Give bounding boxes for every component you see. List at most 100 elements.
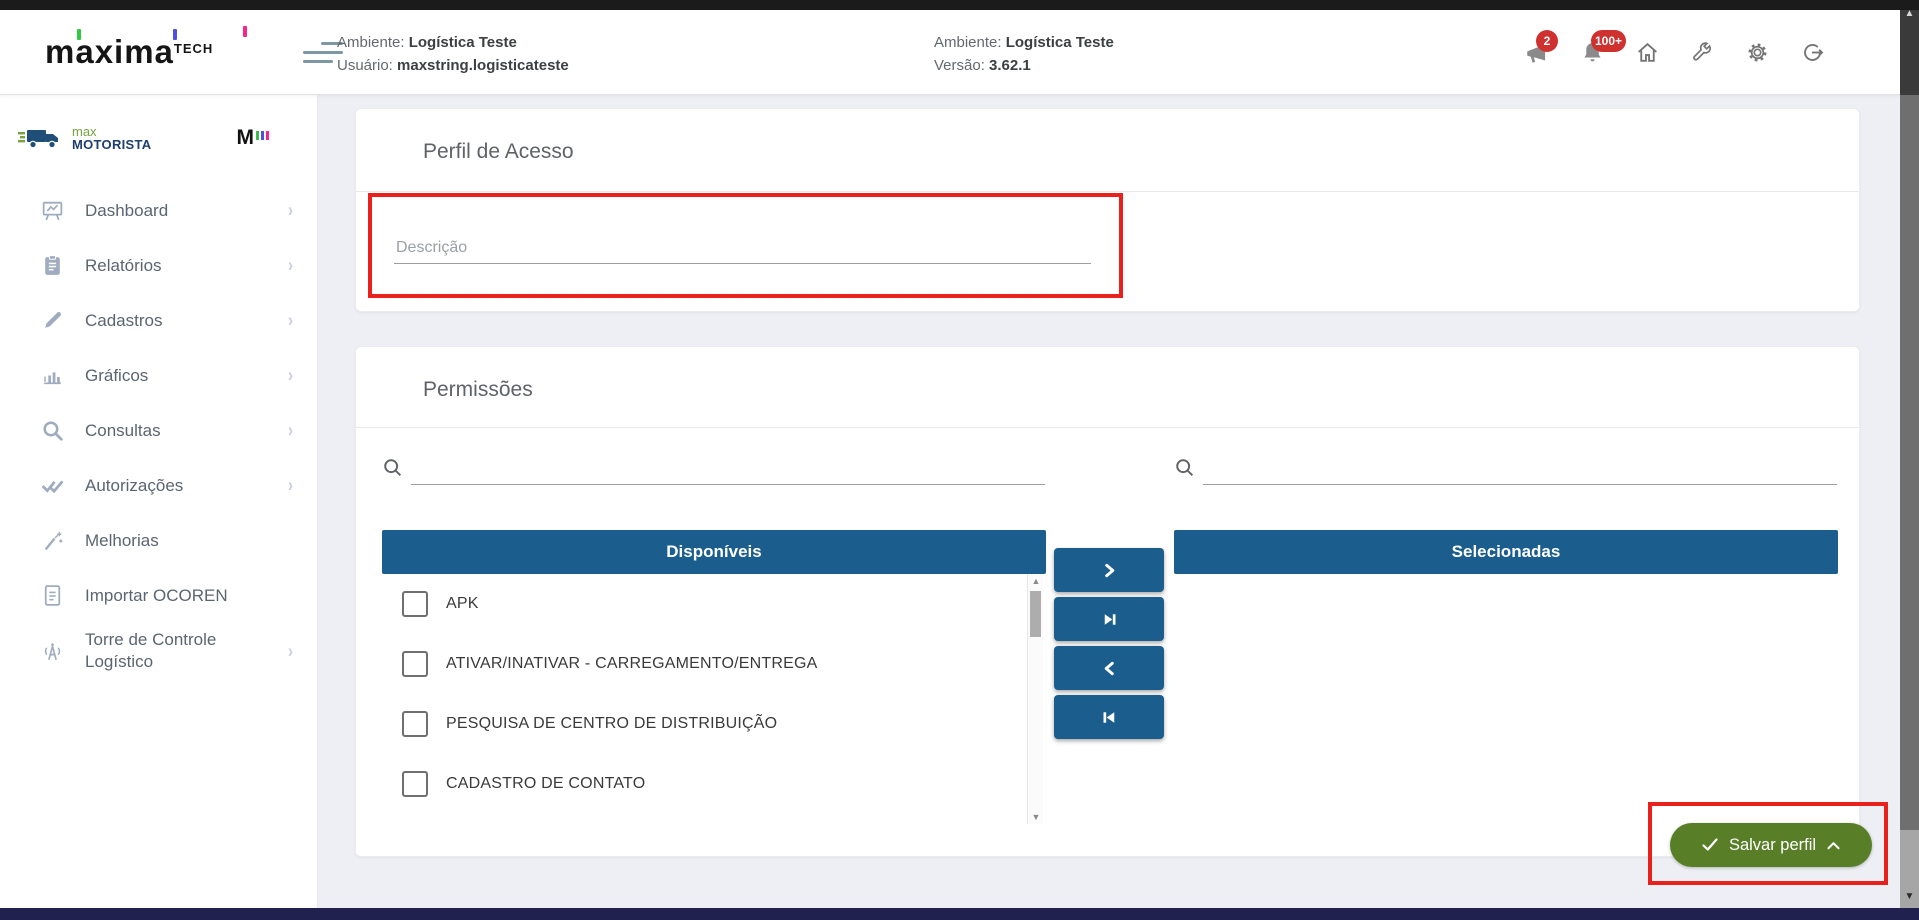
scroll-down-icon[interactable]: ▼ [1900,891,1919,902]
sidebar-item[interactable]: Consultas › [0,403,317,458]
available-permissions-list: APK ATIVAR/INATIVAR - CARREGAMENTO/ENTRE… [382,574,1046,824]
wrench-icon[interactable] [1689,40,1715,66]
permission-label: PESQUISA DE CENTRO DE DISTRIBUIÇÃO [446,715,777,733]
move-right-icon [1100,561,1119,580]
charts-icon [40,363,65,388]
list-scrollbar[interactable]: ▲ ▼ [1027,574,1043,824]
sidebar-nav: Dashboard › Relatórios › Cadastros › Grá… [0,183,317,679]
chevron-right-icon: › [288,419,293,441]
permission-label: APK [446,595,479,613]
chevron-right-icon: › [288,309,293,331]
selected-permissions-list [1174,574,1838,824]
permissions-card: Permissões Disponíveis Selecionadas APK … [355,346,1860,857]
truck-icon [18,125,66,151]
authorizations-icon [40,473,65,498]
permission-label: ATIVAR/INATIVAR - CARREGAMENTO/ENTREGA [446,655,818,673]
available-search-input[interactable] [411,455,1045,485]
permission-row[interactable]: APK [382,574,1046,634]
dashboard-icon [40,198,65,223]
environment-version-info: Ambiente: Logística Teste Versão: 3.62.1 [934,31,1114,77]
sidebar-item[interactable]: Autorizações › [0,458,317,513]
sidebar-item[interactable]: Torre de Controle Logístico › [0,623,317,679]
search-icon [1174,457,1196,479]
search-icon [382,457,404,479]
logo-accent-indigo [173,29,177,40]
app-header: maximaTECH Ambiente: Logística Teste Usu… [0,10,1900,95]
scroll-up-icon[interactable]: ▲ [1028,576,1044,586]
sidebar-item[interactable]: Cadastros › [0,293,317,348]
sidebar-item-label: Importar OCOREN [85,585,288,607]
environment-value: Logística Teste [409,34,517,51]
permission-row[interactable]: ATIVAR/INATIVAR - CARREGAMENTO/ENTREGA [382,634,1046,694]
megaphone-icon[interactable]: 2 [1524,40,1550,66]
scroll-down-icon[interactable]: ▼ [1028,812,1044,822]
access-profile-card: Perfil de Acesso [355,108,1860,312]
logout-icon[interactable] [1799,40,1825,66]
available-list-header: Disponíveis [382,530,1046,574]
sidebar-item-label: Dashboard [85,200,288,222]
chevron-right-icon: › [288,364,293,386]
reports-icon [40,253,65,278]
home-icon[interactable] [1634,40,1660,66]
version-value: 3.62.1 [989,57,1031,74]
permission-checkbox[interactable] [402,591,428,617]
check-icon [1701,836,1719,854]
sidebar-item[interactable]: Importar OCOREN › [0,568,317,623]
chevron-right-icon: › [288,199,293,221]
permission-label: CADASTRO DE CONTATO [446,775,645,793]
sidebar-item[interactable]: Dashboard › [0,183,317,238]
permission-row[interactable]: PESQUISA DE CENTRO DE DISTRIBUIÇÃO [382,694,1046,754]
permission-checkbox[interactable] [402,651,428,677]
sidebar-item-label: Cadastros [85,310,288,332]
sidebar-item[interactable]: Gráficos › [0,348,317,403]
sidebar: max MOTORISTA M Dashboard › Relatórios › [0,95,318,908]
divider [356,427,1859,428]
sidebar-item-label: Torre de Controle Logístico [85,629,288,673]
scrollbar-thumb[interactable] [1030,591,1041,637]
permission-row[interactable]: CADASTRO DE CONTATO [382,754,1046,814]
permissions-title: Permissões [356,347,1859,402]
environment-value-2: Logística Teste [1006,34,1114,51]
access-profile-title: Perfil de Acesso [356,109,1859,164]
divider [356,191,1859,192]
move-left-icon [1100,659,1119,678]
chevron-up-icon [1826,840,1841,851]
move-left-button[interactable] [1054,646,1164,690]
sidebar-item[interactable]: Relatórios › [0,238,317,293]
selected-list-header: Selecionadas [1174,530,1838,574]
tower-icon [40,639,65,664]
chevron-right-icon: › [288,474,293,496]
save-profile-button[interactable]: Salvar perfil [1670,823,1872,867]
footer-bar [0,908,1919,920]
gear-icon[interactable] [1744,40,1770,66]
sidebar-item-label: Autorizações [85,475,288,497]
maxima-tech-logo: maximaTECH [45,33,275,71]
maxima-mark-logo: M [237,129,270,147]
max-motorista-logo: max MOTORISTA [18,125,152,151]
bell-icon[interactable]: 100+ [1579,40,1605,66]
improvements-icon [40,528,65,553]
move-all-right-button[interactable] [1054,597,1164,641]
chevron-right-icon: › [288,640,293,662]
logo-accent-pink [243,26,247,37]
move-all-left-button[interactable] [1054,695,1164,739]
move-all-left-icon [1100,708,1119,727]
logo-text-motorista: MOTORISTA [72,138,152,151]
save-profile-label: Salvar perfil [1729,836,1816,855]
sidebar-item-label: Gráficos [85,365,288,387]
selected-search-input[interactable] [1203,455,1837,485]
sidebar-item[interactable]: Melhorias › [0,513,317,568]
brand-suffix: TECH [174,41,213,56]
description-input[interactable] [394,233,1091,264]
sidebar-item-label: Melhorias [85,530,288,552]
user-value: maxstring.logisticateste [397,57,569,74]
permission-checkbox[interactable] [402,711,428,737]
queries-icon [40,418,65,443]
page-scrollbar[interactable]: ▲ ▼ [1900,0,1919,920]
permission-checkbox[interactable] [402,771,428,797]
sidebar-item-label: Relatórios [85,255,288,277]
scrollbar-thumb[interactable] [1900,95,1919,830]
logo-accent-green [77,29,81,40]
brand-name: maxima [45,33,174,70]
move-right-button[interactable] [1054,548,1164,592]
